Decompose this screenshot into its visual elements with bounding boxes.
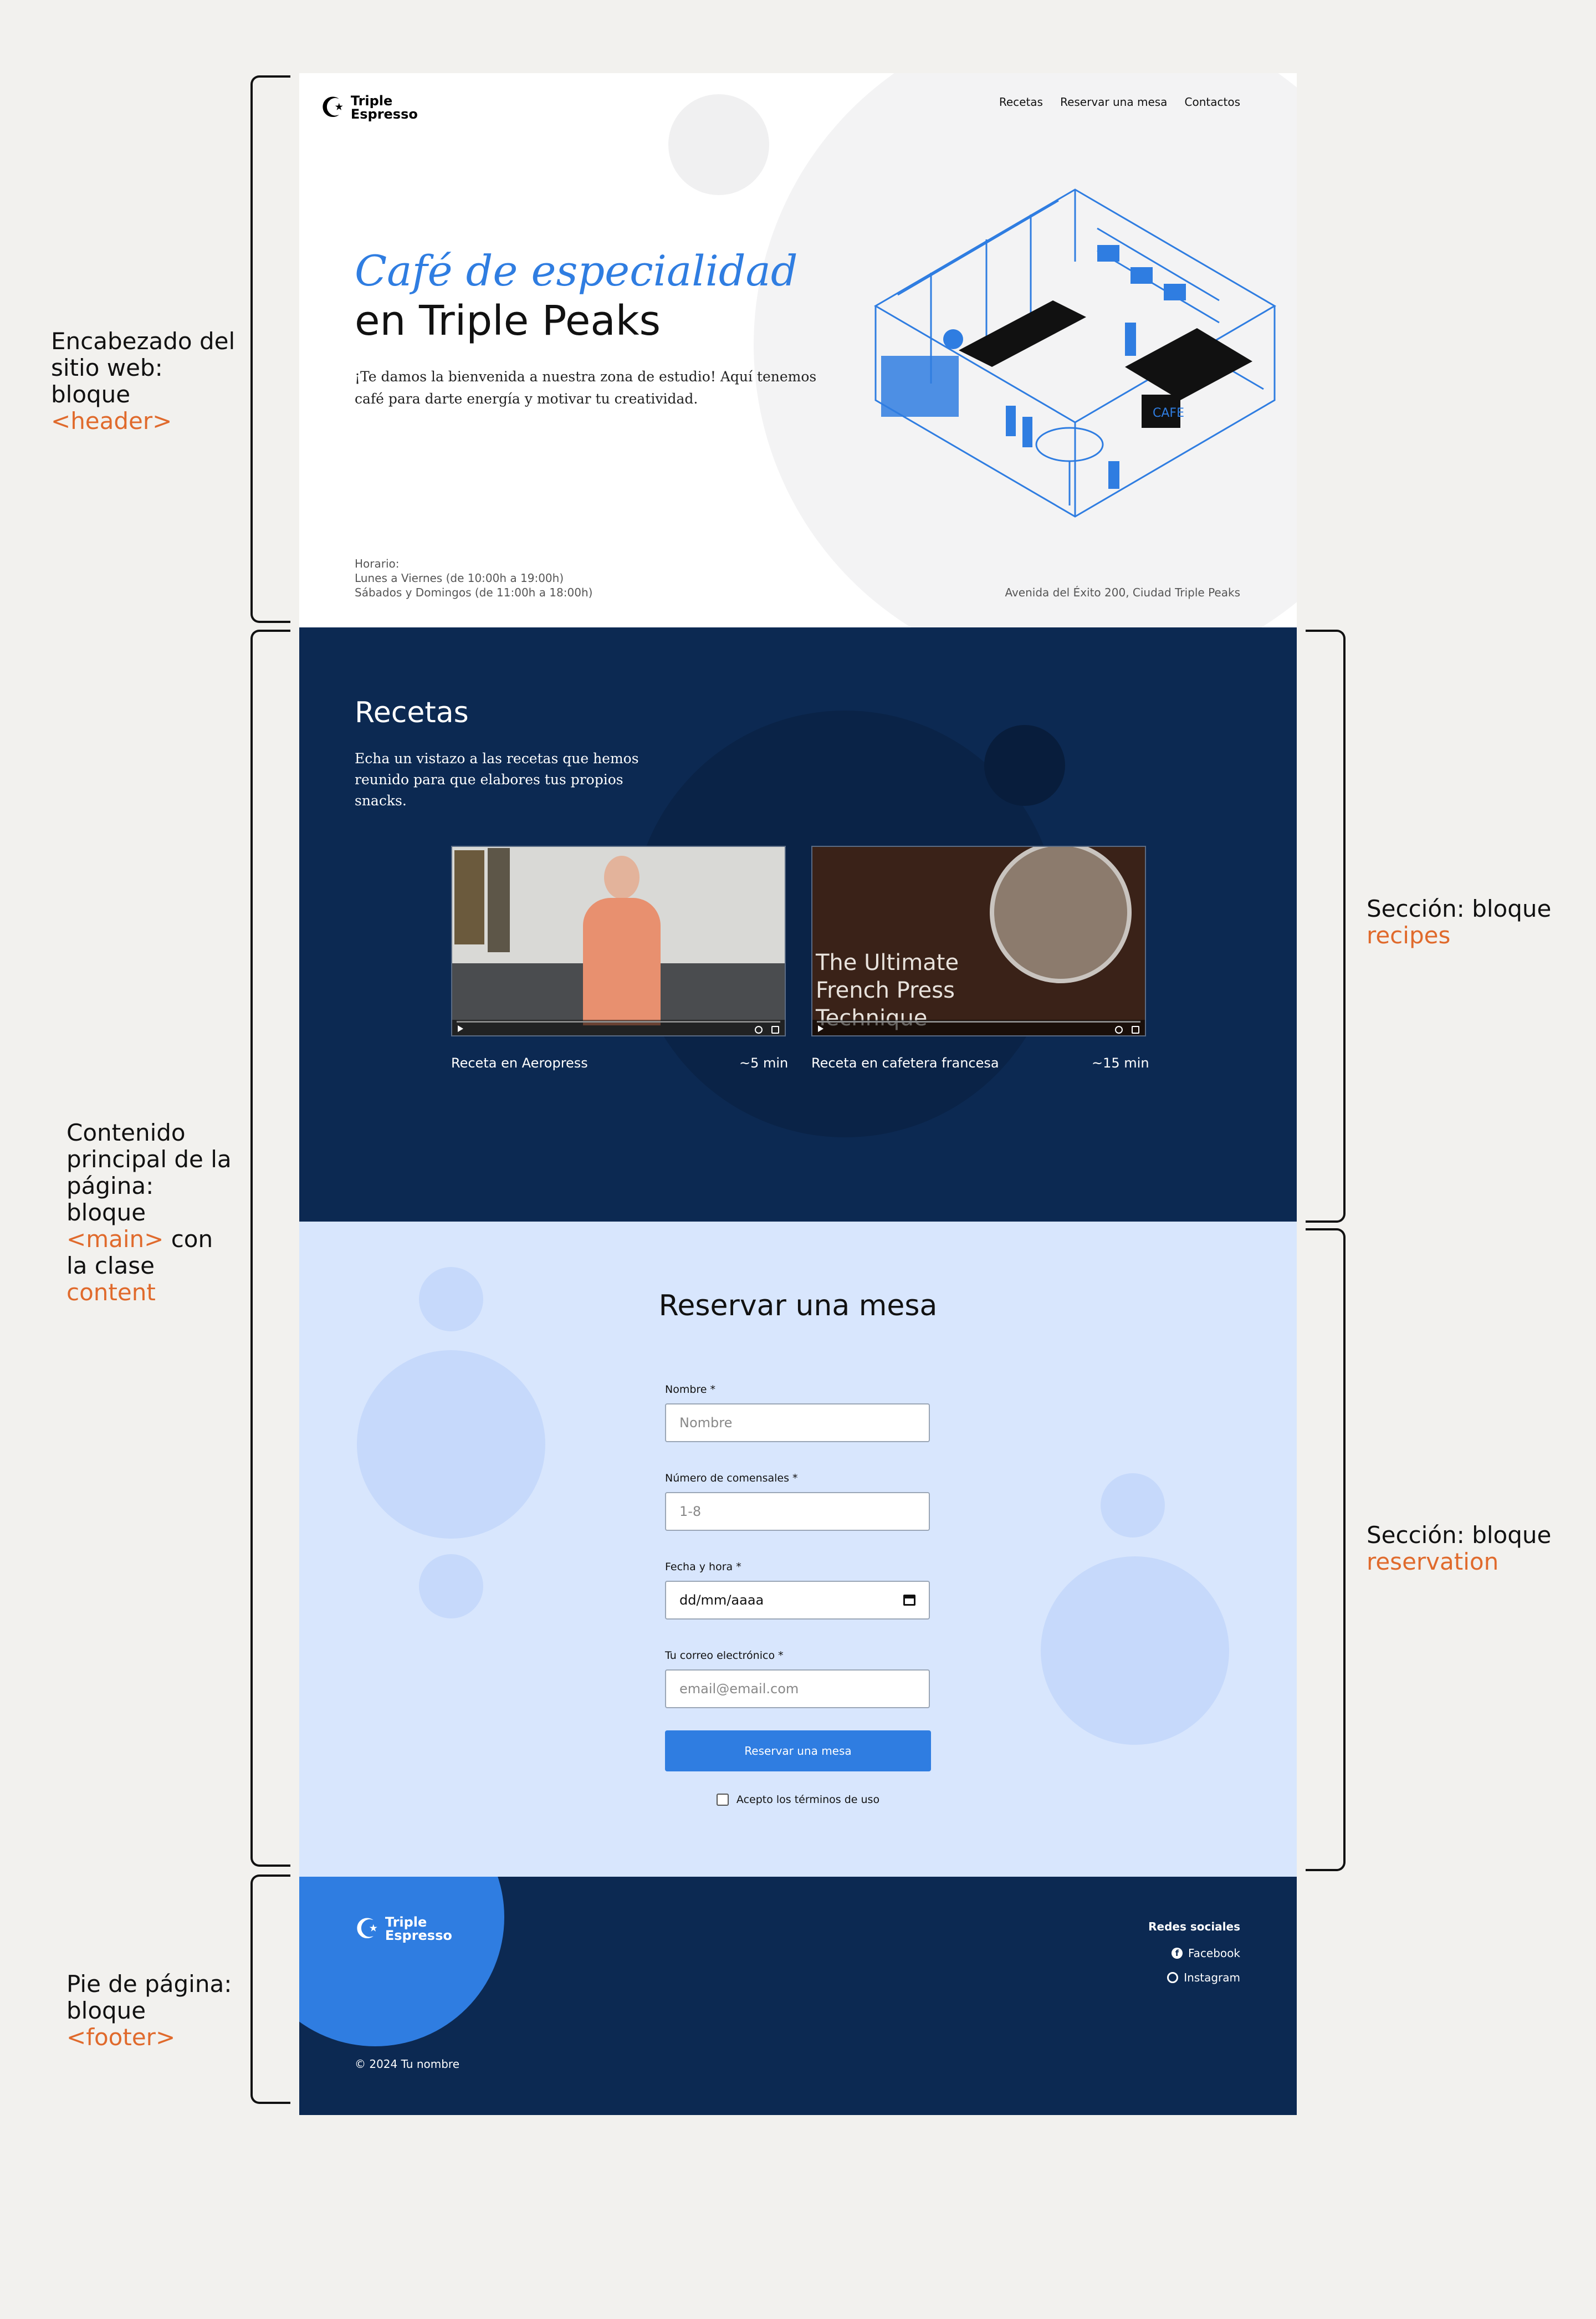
main-annotation: Contenido principal de la página: bloque… — [66, 1119, 232, 1306]
facebook-icon: f — [1172, 1948, 1183, 1959]
recipes-intro: Echa un vistazo a las recetas que hemos … — [355, 750, 639, 809]
video-frame-art — [454, 850, 484, 944]
recipes-bracket — [1306, 630, 1346, 1223]
reserve-button[interactable]: Reservar una mesa — [665, 1730, 931, 1771]
facebook-link[interactable]: f Facebook — [1172, 1947, 1240, 1960]
play-icon-2[interactable] — [818, 1025, 823, 1032]
cafe-illustration: CAFE — [874, 188, 1276, 518]
opening-hours: Horario: Lunes a Viernes (de 10:00h a 19… — [355, 557, 593, 599]
address: Avenida del Éxito 200, Ciudad Triple Pea… — [1005, 586, 1240, 599]
date-input[interactable]: dd/mm/aaaa — [665, 1581, 930, 1620]
recipe-time-french-press: ~15 min — [1092, 1055, 1149, 1071]
fullscreen-icon[interactable] — [771, 1026, 779, 1034]
reservation-annotation: Sección: bloque reservation — [1367, 1521, 1552, 1575]
play-icon[interactable] — [458, 1025, 463, 1032]
copyright: © 2024 Tu nombre — [355, 2057, 460, 2071]
email-input[interactable] — [665, 1669, 930, 1708]
nav-link-recetas[interactable]: Recetas — [999, 95, 1043, 109]
recipe-name-french-press: Receta en cafetera francesa — [811, 1055, 999, 1071]
video-controls[interactable] — [452, 1020, 785, 1035]
recipes-section: Recetas Echa un vistazo a las recetas qu… — [299, 627, 1297, 1222]
settings-icon[interactable] — [755, 1026, 763, 1034]
instagram-icon — [1167, 1972, 1179, 1983]
footer-bracket — [250, 1874, 290, 2104]
terms-checkbox-row[interactable]: Acepto los términos de uso — [665, 1794, 931, 1806]
hero-title: en Triple Peaks — [355, 297, 661, 345]
header-annotation: Encabezado del sitio web: bloque <header> — [51, 328, 236, 435]
header-bracket — [250, 75, 290, 623]
reservation-title: Reservar una mesa — [658, 1289, 938, 1322]
hero-title-highlight: Café de especialidad — [355, 246, 798, 295]
res-bg-circle-5 — [1041, 1556, 1229, 1745]
video-french-press-glass — [990, 847, 1132, 983]
label-nombre: Nombre * — [665, 1383, 716, 1396]
instagram-link[interactable]: Instagram — [1167, 1971, 1240, 1984]
nav-link-contactos[interactable]: Contactos — [1185, 95, 1240, 109]
video-french-press[interactable]: The Ultimate French Press Technique — [811, 846, 1146, 1036]
reservation-form: Nombre * Número de comensales * Fecha y … — [665, 1383, 931, 1806]
footer-annotation: Pie de página: bloque <footer> — [66, 1970, 232, 2051]
logo-mark-icon: ☪ — [320, 91, 345, 124]
res-bg-circle-3 — [419, 1554, 483, 1618]
nav-link-reservar[interactable]: Reservar una mesa — [1060, 95, 1167, 109]
video-frame-art-2 — [488, 848, 510, 952]
label-comensales: Número de comensales * — [665, 1472, 798, 1484]
video-aeropress[interactable] — [451, 846, 786, 1036]
terms-checkbox[interactable] — [716, 1794, 729, 1806]
footer-logo[interactable]: ☪ Triple Espresso — [355, 1913, 452, 1945]
svg-text:CAFE: CAFE — [1153, 406, 1184, 420]
label-email: Tu correo electrónico * — [665, 1649, 784, 1662]
res-bg-circle-4 — [1101, 1473, 1165, 1538]
guests-input[interactable] — [665, 1492, 930, 1531]
name-input[interactable] — [665, 1403, 930, 1442]
site-footer: ☪ Triple Espresso Redes sociales f Faceb… — [299, 1877, 1297, 2115]
recipe-name-aeropress: Receta en Aeropress — [451, 1055, 588, 1071]
video-controls-2[interactable] — [812, 1020, 1145, 1035]
header-nav: Recetas Reservar una mesa Contactos — [985, 95, 1240, 109]
recipes-title: Recetas — [355, 696, 469, 729]
res-bg-circle-2 — [357, 1350, 545, 1539]
recipes-bg-circle-small — [984, 725, 1065, 806]
recipe-time-aeropress: ~5 min — [739, 1055, 789, 1071]
reservation-bracket — [1306, 1228, 1346, 1871]
social-title: Redes sociales — [1148, 1920, 1240, 1933]
video-presenter-head — [604, 856, 640, 899]
video-presenter-body — [583, 898, 661, 1025]
main-bracket — [250, 630, 290, 1867]
footer-logo-mark-icon: ☪ — [355, 1913, 380, 1945]
label-fecha: Fecha y hora * — [665, 1561, 741, 1573]
calendar-icon[interactable] — [903, 1595, 915, 1606]
footer-bg-circle — [299, 1877, 504, 2046]
fullscreen-icon-2[interactable] — [1132, 1026, 1139, 1034]
recipes-annotation: Sección: bloque recipes — [1367, 895, 1552, 949]
site-header: ☪ Triple Espresso Recetas Reservar una m… — [299, 73, 1297, 627]
hero-intro: ¡Te damos la bienvenida a nuestra zona d… — [355, 369, 817, 407]
header-logo[interactable]: ☪ Triple Espresso — [320, 94, 418, 121]
reservation-section: Reservar una mesa Nombre * Número de com… — [299, 1222, 1297, 1877]
header-bg-circle-small — [668, 94, 769, 195]
settings-icon-2[interactable] — [1115, 1026, 1123, 1034]
